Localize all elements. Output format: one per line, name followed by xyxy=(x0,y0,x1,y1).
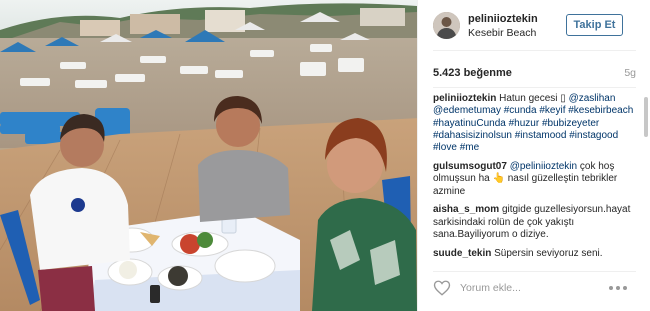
comment-item: gulsumsogut07 @peliniioztekin çok hoş ol… xyxy=(433,161,639,198)
caption-username[interactable]: peliniioztekin xyxy=(433,93,496,104)
comment-text: Süpersin seviyoruz seni. xyxy=(494,247,603,259)
header-location[interactable]: Kesebir Beach xyxy=(468,27,536,39)
comments-list: peliniioztekin Hatun gecesi ▯ @zaslihan … xyxy=(433,93,639,265)
post-photo[interactable] xyxy=(0,0,417,311)
comment-username[interactable]: gulsumsogut07 xyxy=(433,161,507,172)
divider xyxy=(433,87,636,88)
divider xyxy=(433,50,636,51)
likes-count[interactable]: 5.423 beğenme xyxy=(433,67,512,79)
post-header: peliniioztekin Kesebir Beach Takip Et xyxy=(418,0,650,50)
post-age[interactable]: 5g xyxy=(624,67,636,79)
comment-item: suude_tekin Süpersin seviyoruz seni. xyxy=(433,248,639,260)
post-photo-image xyxy=(0,0,417,311)
avatar-image xyxy=(433,12,460,39)
follow-button[interactable]: Takip Et xyxy=(566,14,623,36)
post-actions xyxy=(418,272,650,311)
caption: peliniioztekin Hatun gecesi ▯ @zaslihan … xyxy=(433,93,639,154)
instagram-post: peliniioztekin Kesebir Beach Takip Et 5.… xyxy=(0,0,650,311)
post-side-panel: peliniioztekin Kesebir Beach Takip Et 5.… xyxy=(417,0,650,311)
heart-icon[interactable] xyxy=(433,279,451,297)
comment-item: aisha_s_mom gitgide guzellesiyorsun.haya… xyxy=(433,204,639,241)
comments-scrollbar[interactable] xyxy=(644,93,648,265)
comment-username[interactable]: suude_tekin xyxy=(433,248,491,259)
scrollbar-thumb[interactable] xyxy=(644,97,648,137)
comment-username[interactable]: aisha_s_mom xyxy=(433,204,499,215)
more-options-icon[interactable] xyxy=(608,285,628,291)
comment-input[interactable] xyxy=(460,280,580,296)
avatar[interactable] xyxy=(433,12,460,39)
header-username[interactable]: peliniioztekin xyxy=(468,13,538,25)
likes-row: 5.423 beğenme 5g xyxy=(433,67,636,81)
